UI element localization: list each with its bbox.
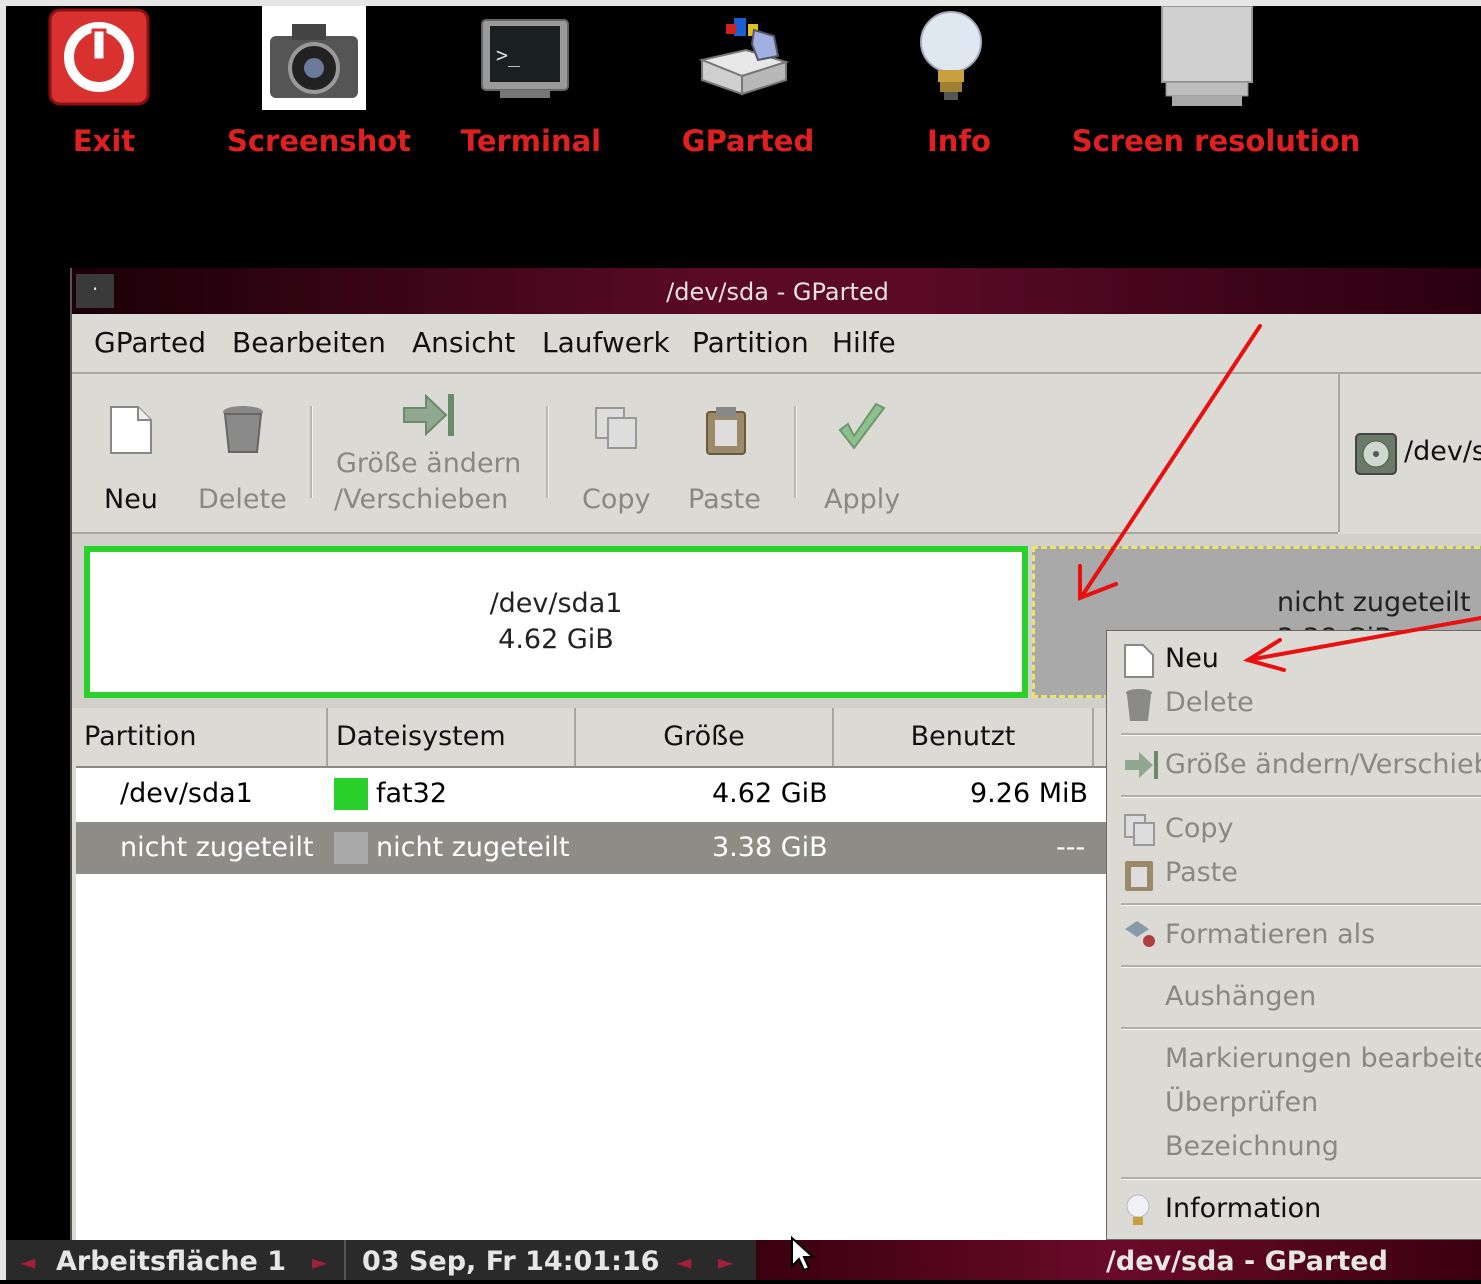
next-workspace-arrow-icon[interactable]: ► [312,1240,327,1280]
workspace-label[interactable]: Arbeitsfläche 1 [56,1240,286,1280]
clock: 03 Sep, Fr 14:01:16 [362,1246,660,1277]
annotation-arrow-line [1246,616,1481,662]
active-task-button[interactable]: /dev/sda - GParted [756,1240,1481,1280]
mouse-cursor-icon [791,1236,816,1272]
next-task-arrow-icon[interactable]: ► [718,1240,733,1280]
prev-task-arrow-icon[interactable]: ◄ [676,1240,691,1280]
prev-workspace-arrow-icon[interactable]: ◄ [20,1240,35,1280]
active-task-label: /dev/sda - GParted [1106,1246,1388,1277]
annotation-arrow-line [1080,324,1262,598]
taskbar-divider [344,1240,346,1280]
annotation-arrows [1078,324,1481,672]
taskbar: ◄ Arbeitsfläche 1 ► 03 Sep, Fr 14:01:16 … [6,1240,1481,1280]
